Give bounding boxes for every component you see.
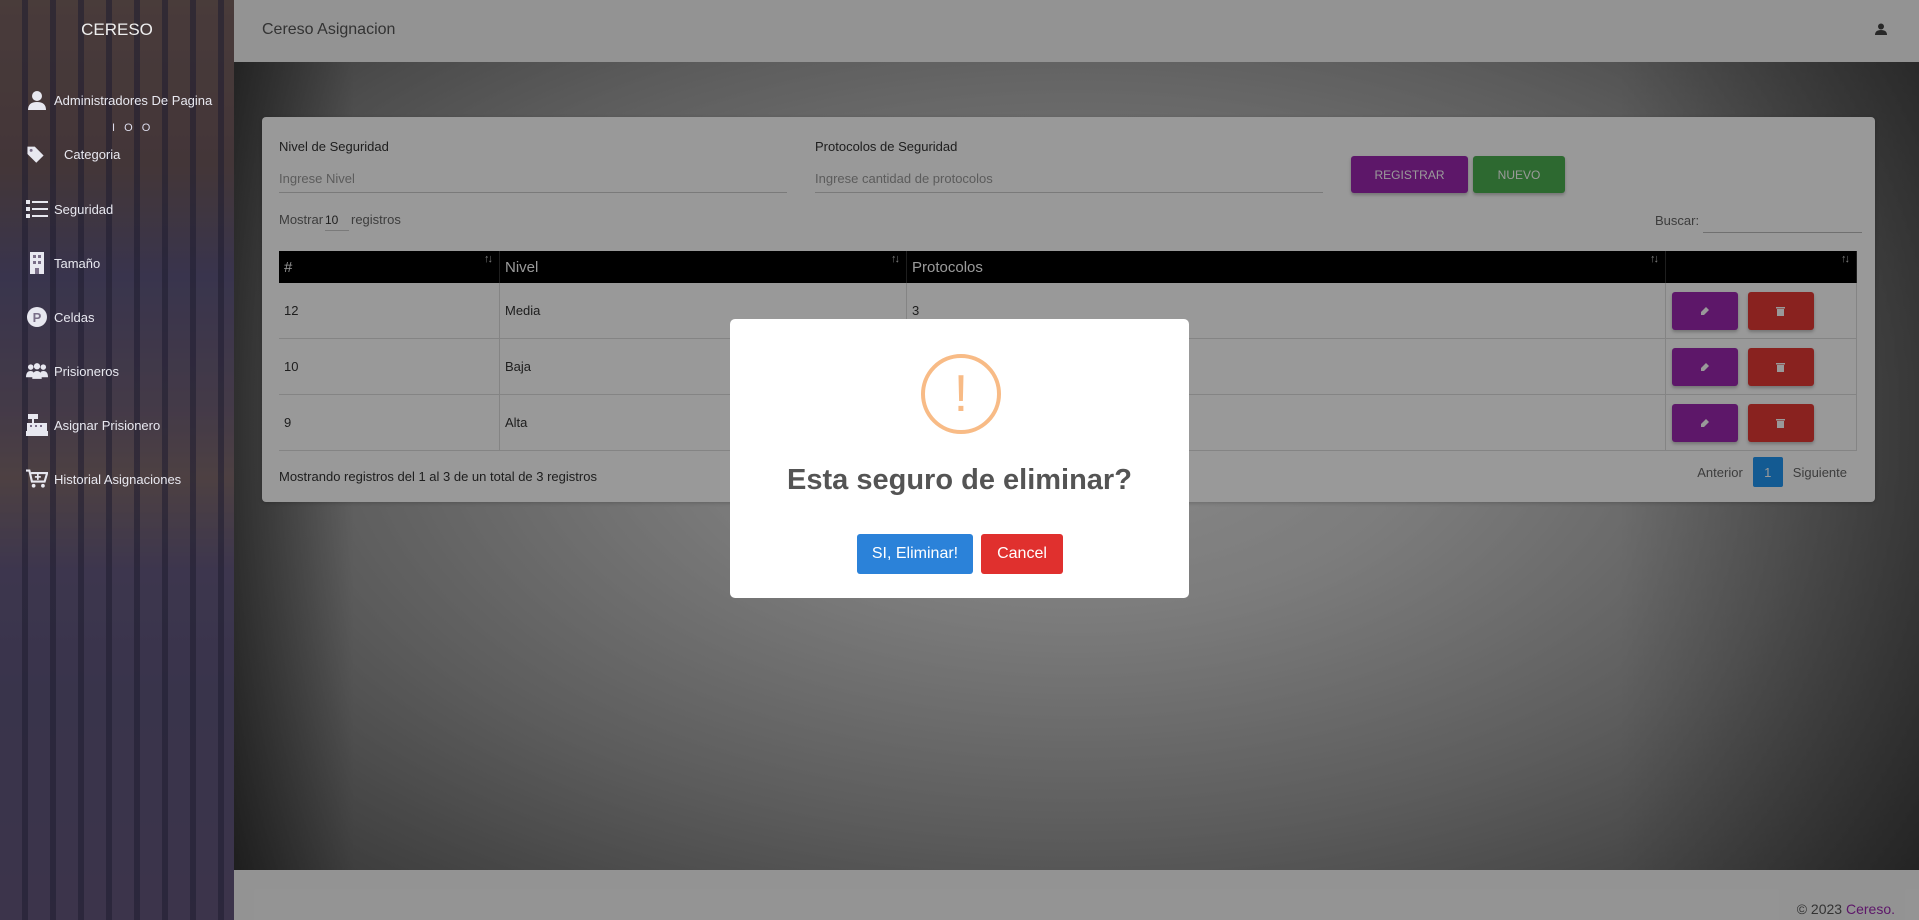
sidebar-item-prisioneros[interactable]: Prisioneros — [26, 360, 119, 382]
users-icon — [26, 360, 48, 382]
warning-icon: ! — [921, 354, 1001, 434]
sidebar-item-label: Historial Asignaciones — [54, 471, 182, 487]
sidebar-brand[interactable]: CERESO — [0, 20, 234, 40]
cart-plus-icon — [26, 468, 48, 490]
sidebar-item-label: Tamaño — [54, 255, 101, 271]
dialog-title: Esta seguro de eliminar? — [787, 464, 1132, 496]
cancel-button[interactable]: Cancel — [981, 534, 1063, 574]
confirm-delete-button[interactable]: SI, Eliminar! — [857, 534, 973, 574]
sidebar-item-tamano[interactable]: Tamaño — [26, 252, 100, 274]
sidebar-item-administradores[interactable]: Administradores De Pagina — [26, 89, 212, 111]
sidebar-item-label: Administradores De Pagina — [54, 92, 213, 108]
parking-icon: P — [26, 306, 48, 328]
sidebar-item-seguridad[interactable]: Seguridad — [26, 198, 113, 220]
sidebar-item-label: Seguridad — [54, 201, 114, 217]
sidebar-item-label: Prisioneros — [54, 363, 120, 379]
confirm-dialog: ! Esta seguro de eliminar? SI, Eliminar!… — [730, 319, 1189, 598]
sidebar-item-asignar-prisionero[interactable]: Asignar Prisionero — [26, 414, 160, 436]
svg-text:P: P — [33, 310, 42, 325]
cash-register-icon — [26, 414, 48, 436]
building-icon — [26, 252, 48, 274]
user-icon — [26, 89, 48, 111]
list-icon — [26, 198, 48, 220]
sidebar-item-celdas[interactable]: P Celdas — [26, 306, 94, 328]
sidebar-item-historial-asignaciones[interactable]: Historial Asignaciones — [26, 468, 181, 490]
sidebar-item-label: Celdas — [54, 309, 95, 325]
sidebar-item-label: Asignar Prisionero — [54, 417, 161, 433]
sidebar-logo: I O O — [112, 122, 154, 134]
sidebar-item-categoria[interactable]: Categoria — [26, 143, 120, 165]
sidebar-item-label: Categoria — [64, 146, 121, 162]
tags-icon — [26, 143, 48, 165]
